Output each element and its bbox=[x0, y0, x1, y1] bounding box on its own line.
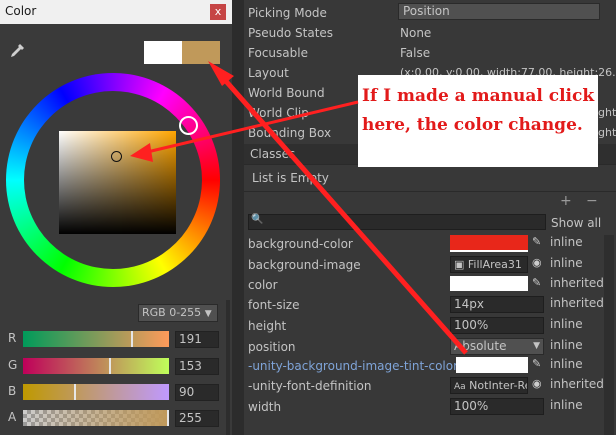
eyedropper-icon[interactable] bbox=[8, 42, 26, 60]
background-image-value: FillArea31 bbox=[467, 258, 522, 271]
width-field[interactable]: 100% bbox=[450, 398, 544, 415]
height-field[interactable]: 100% bbox=[450, 317, 544, 334]
picking-mode-dropdown[interactable]: Position bbox=[398, 3, 600, 20]
channel-label-g: G bbox=[8, 358, 18, 372]
prop-label-layout: Layout bbox=[248, 66, 289, 80]
inspector-scrollbar[interactable] bbox=[604, 235, 614, 435]
target-icon[interactable]: ◉ bbox=[532, 377, 542, 390]
channel-field-g[interactable]: 153 bbox=[175, 358, 219, 375]
tint-color-field[interactable] bbox=[456, 357, 528, 373]
close-icon[interactable]: x bbox=[210, 4, 226, 20]
picker-title: Color bbox=[5, 4, 37, 18]
annotation-text: If I made a manual click here, the color… bbox=[362, 86, 595, 135]
style-label-color: color bbox=[248, 278, 278, 292]
channel-label-r: R bbox=[8, 331, 17, 345]
previous-color-swatch[interactable] bbox=[144, 41, 182, 64]
font-size-field[interactable]: 14px bbox=[450, 296, 544, 313]
prop-label-focusable: Focusable bbox=[248, 46, 308, 60]
remove-class-button[interactable]: − bbox=[586, 193, 598, 209]
prop-label-bounding-box: Bounding Box bbox=[248, 126, 332, 140]
add-class-button[interactable]: + bbox=[560, 193, 572, 209]
font-asset-icon: Aa bbox=[454, 382, 466, 392]
style-search-input[interactable] bbox=[248, 214, 546, 230]
channel-thumb-b[interactable] bbox=[74, 384, 76, 400]
style-label-width: width bbox=[248, 400, 282, 414]
saturation-value-handle[interactable] bbox=[111, 151, 122, 162]
channel-field-a[interactable]: 255 bbox=[175, 410, 219, 427]
style-flag-background-image: inline bbox=[550, 256, 583, 270]
color-mode-label: RGB 0-255 bbox=[142, 306, 202, 319]
style-flag-font-definition: inherited bbox=[550, 377, 604, 391]
channel-slider-g[interactable] bbox=[23, 358, 169, 374]
chevron-down-icon: ▼ bbox=[204, 309, 212, 319]
prop-label-pseudo-states: Pseudo States bbox=[248, 26, 334, 40]
channel-thumb-a[interactable] bbox=[167, 410, 169, 426]
style-flag-height: inline bbox=[550, 317, 583, 331]
prop-label-picking-mode: Picking Mode bbox=[248, 6, 327, 20]
position-value: Absolute bbox=[454, 339, 507, 353]
channel-slider-r[interactable] bbox=[23, 331, 169, 347]
eyedropper-icon[interactable]: ✎ bbox=[532, 276, 541, 289]
channel-slider-b[interactable] bbox=[23, 384, 169, 400]
classes-label: Classes bbox=[250, 147, 296, 161]
style-flag-width: inline bbox=[550, 398, 583, 412]
hue-handle[interactable] bbox=[179, 116, 198, 135]
channel-field-r[interactable]: 191 bbox=[175, 331, 219, 348]
search-icon: 🔍 bbox=[251, 214, 264, 225]
show-all-toggle[interactable]: Show all bbox=[551, 216, 601, 230]
channel-field-b[interactable]: 90 bbox=[175, 384, 219, 401]
list-empty-text: List is Empty bbox=[252, 171, 329, 185]
prop-value-pseudo-states: None bbox=[400, 26, 432, 40]
style-label-background-color: background-color bbox=[248, 237, 353, 251]
style-label-font-size: font-size bbox=[248, 298, 300, 312]
prop-value-bounding-box: ght: bbox=[598, 126, 616, 139]
style-label-tint-color: -unity-background-image-tint-color bbox=[248, 359, 459, 373]
eyedropper-icon[interactable]: ✎ bbox=[532, 235, 541, 248]
channel-thumb-r[interactable] bbox=[131, 331, 133, 347]
color-field[interactable] bbox=[450, 276, 528, 291]
style-flag-tint-color: inline bbox=[550, 357, 583, 371]
prop-value-focusable: False bbox=[400, 46, 431, 60]
style-flag-font-size: inherited bbox=[550, 296, 604, 310]
channel-label-a: A bbox=[8, 410, 17, 424]
color-mode-dropdown[interactable]: RGB 0-255 ▼ bbox=[138, 304, 218, 322]
channel-slider-a[interactable] bbox=[23, 410, 169, 426]
chevron-down-icon: ▼ bbox=[533, 341, 540, 351]
style-label-position: position bbox=[248, 340, 296, 354]
channel-label-b: B bbox=[8, 384, 17, 398]
style-flag-background-color: inline bbox=[550, 235, 583, 249]
style-label-background-image: background-image bbox=[248, 258, 361, 272]
background-image-field[interactable]: ▣ FillArea31 bbox=[450, 256, 528, 273]
current-color-swatch[interactable] bbox=[182, 41, 220, 64]
font-definition-value: NotInter-Re bbox=[469, 379, 528, 392]
background-color-field[interactable] bbox=[450, 235, 528, 252]
image-asset-icon: ▣ bbox=[454, 258, 465, 271]
style-flag-position: inline bbox=[550, 338, 583, 352]
panel-divider[interactable] bbox=[232, 0, 244, 435]
eyedropper-icon[interactable]: ✎ bbox=[532, 357, 541, 370]
prop-label-world-clip: World Clip bbox=[248, 106, 309, 120]
style-label-font-definition: -unity-font-definition bbox=[248, 379, 372, 393]
target-icon[interactable]: ◉ bbox=[532, 256, 542, 269]
channel-thumb-g[interactable] bbox=[109, 358, 111, 374]
picking-mode-value: Position bbox=[403, 4, 450, 18]
saturation-value-square[interactable] bbox=[59, 131, 176, 234]
prop-label-world-bound: World Bound bbox=[248, 86, 325, 100]
style-flag-color: inherited bbox=[550, 276, 604, 290]
position-dropdown[interactable]: Absolute ▼ bbox=[450, 338, 544, 355]
prop-value-world-clip: ght: bbox=[598, 106, 616, 119]
picker-scrollbar[interactable] bbox=[226, 300, 230, 435]
font-definition-field[interactable]: Aa NotInter-Re bbox=[450, 377, 528, 394]
style-label-height: height bbox=[248, 319, 287, 333]
